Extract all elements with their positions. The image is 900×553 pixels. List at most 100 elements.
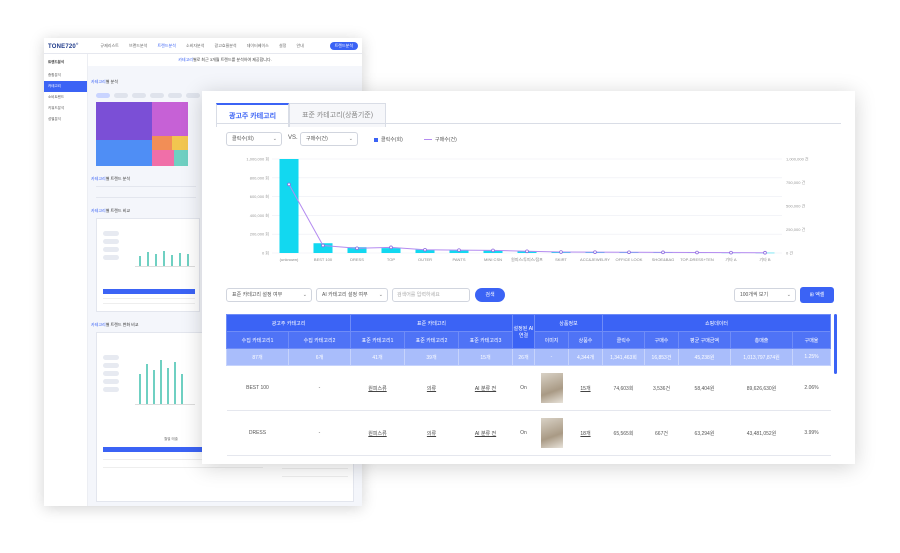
category-link[interactable]: 의류 [427,431,436,437]
compare-pill[interactable] [103,371,119,376]
table-cell[interactable]: AI 분류 전 [458,365,513,411]
filter-pill[interactable] [114,93,128,98]
x-tick-label: OUTER [418,257,432,262]
compare-pill[interactable] [103,255,119,260]
table-cell[interactable]: AI 분류 전 [458,410,513,456]
category-link[interactable]: 의류 [427,386,436,392]
table-cell[interactable]: 의류 [404,365,459,411]
filter-pill[interactable] [96,93,110,98]
column-header[interactable]: 구매율 [791,331,832,349]
excel-download-button[interactable]: ⊞ 엑셀 [800,287,834,303]
column-header[interactable]: 수집 카테고리2 [288,331,351,349]
column-header[interactable]: 표준 카테고리1 [350,331,405,349]
treemap-cell[interactable] [174,150,188,166]
nav-item[interactable]: 브랜드분석 [129,43,147,48]
chevron-down-icon: ⌄ [272,136,277,142]
table-cell[interactable]: 원피스류 [350,365,405,411]
compare-pill[interactable] [103,231,119,236]
metric-b-select[interactable]: 구매수(건) ⌄ [300,132,358,146]
column-header[interactable]: 총매출 [730,331,793,349]
ai-status-link[interactable]: AI 분류 전 [475,386,496,392]
mini-bar [139,256,141,266]
column-header[interactable]: 평균 구매금액 [678,331,731,349]
compare-pill[interactable] [103,387,119,392]
tab-divider [216,123,841,124]
metric-a-select[interactable]: 클릭수(회) ⌄ [226,132,282,146]
compare-pill[interactable] [103,239,119,244]
page-size-select[interactable]: 100개씩 보기 ⌄ [734,288,796,302]
category-link[interactable]: 원피스류 [368,386,386,392]
table-row[interactable]: DRESS - 원피스류 의류 AI 분류 전 On 18개 65,565회 6… [226,410,831,456]
app-logo[interactable]: TONE720® [48,42,78,50]
search-input[interactable]: 검색어를 입력하세요 [392,288,470,302]
ai-status-link[interactable]: AI 분류 전 [475,431,496,437]
product-thumbnail[interactable] [540,418,563,448]
compare-pill[interactable] [103,379,119,384]
nav-item[interactable]: 트렌드분석 [157,43,175,48]
table-scrollbar[interactable] [834,314,837,374]
product-count-link[interactable]: 18개 [580,431,590,437]
ai-category-filter[interactable]: AI 카테고리 설정 여부 ⌄ [316,288,388,302]
product-thumbnail[interactable] [540,373,563,403]
product-count-link[interactable]: 15개 [580,386,590,392]
treemap-cell[interactable] [96,140,152,166]
compare-pill[interactable] [103,363,119,368]
mini-bar [163,251,165,266]
y-tick-label-left: 800,000 회 [250,174,270,180]
column-header[interactable]: 표준 카테고리3 [458,331,513,349]
sidebar-item[interactable]: 키워드분석 [44,103,87,114]
point-purchases [321,243,325,248]
mini-bar [147,252,149,266]
filter-pill[interactable] [132,93,146,98]
mini-bar [153,370,155,404]
table-cell[interactable]: 원피스류 [350,410,405,456]
nav-item[interactable]: 소비자분석 [186,43,204,48]
section-title: 카테고리별 분석 [91,79,118,84]
top-cta-button[interactable]: 트렌드분석 [329,41,358,50]
column-header[interactable]: 표준 카테고리2 [404,331,459,349]
treemap-cell[interactable] [172,136,188,150]
sidebar-item[interactable]: 종합분석 [44,70,87,81]
category-link[interactable]: 원피스류 [368,431,386,437]
mini-bar [171,255,173,266]
compare-pill[interactable] [103,355,119,360]
filter-pill[interactable] [150,93,164,98]
sidebar: 트렌드분석 종합분석 카테고리 소비트렌드 키워드분석 성별분석 [44,54,88,506]
treemap-cell[interactable] [152,102,188,136]
column-header[interactable]: 수집 카테고리1 [226,331,289,349]
group-header: 상품정보 [534,314,603,332]
standard-category-filter[interactable]: 표준 카테고리 설정 여부 ⌄ [226,288,312,302]
nav-item[interactable]: 안내 [296,43,303,48]
nav-item[interactable]: 데이터베이스 [247,43,269,48]
treemap-cell[interactable] [96,102,152,140]
table-cell[interactable]: 의류 [404,410,459,456]
column-header[interactable]: 구매수 [644,331,679,349]
table-cell[interactable]: 18개 [568,410,603,456]
search-button[interactable]: 검색 [475,288,505,302]
point-purchases [491,248,495,253]
sidebar-item[interactable]: 소비트렌드 [44,92,87,103]
treemap-cell[interactable] [152,150,174,166]
sidebar-item-active[interactable]: 카테고리 [44,81,87,92]
legend-purchases[interactable]: 구매수(건) [424,136,457,143]
table-row[interactable]: BEST 100 - 원피스류 의류 AI 분류 전 On 15개 74,603… [226,365,831,411]
sidebar-item[interactable]: 성별분석 [44,114,87,125]
mini-bar [174,362,176,404]
nav-item[interactable]: 광고효율분석 [215,43,237,48]
table-cell[interactable]: 15개 [568,365,603,411]
filter-pill[interactable] [168,93,182,98]
mini-bar-chart [135,231,195,267]
column-header[interactable]: 상품수 [568,331,603,349]
legend-clicks[interactable]: 클릭수(회) [374,136,403,143]
group-header: 설정된 AI연결 [512,314,535,349]
y-tick-label-right: 1,000,000 건 [786,156,809,162]
compare-pill[interactable] [103,247,119,252]
point-purchases [763,250,767,255]
nav-item[interactable]: 규제리스트 [100,43,118,48]
nav-item[interactable]: 설정 [279,43,286,48]
column-header[interactable]: 클릭수 [602,331,645,349]
filter-pill[interactable] [186,93,200,98]
x-tick-label: SHOE&BAG [652,257,674,262]
summary-cell: 6개 [288,348,351,366]
treemap-cell[interactable] [152,136,172,150]
